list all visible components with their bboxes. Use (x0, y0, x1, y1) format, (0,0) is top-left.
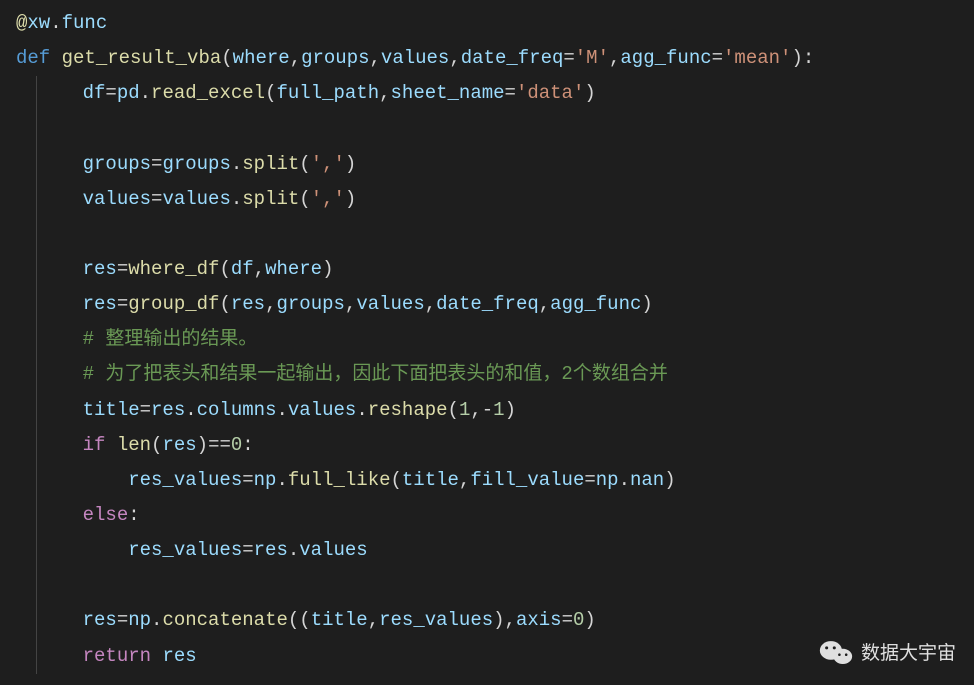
code-line-blank (36, 111, 966, 146)
decorator-at: @ (16, 12, 27, 34)
code-line: res=where_df(df,where) (36, 252, 966, 287)
keyword-else: else (83, 504, 129, 526)
watermark: 数据大宇宙 (819, 636, 956, 671)
code-line-blank (36, 568, 966, 603)
param: agg_func (620, 47, 711, 69)
code-line: res=group_df(res,groups,values,date_freq… (36, 287, 966, 322)
code-line: res=np.concatenate((title,res_values),ax… (36, 603, 966, 638)
code-line-comment: # 为了把表头和结果一起输出，因此下面把表头的和值，2个数组合并 (36, 357, 966, 392)
keyword-if: if (83, 434, 106, 456)
variable: df (83, 82, 106, 104)
code-line: res_values=res.values (36, 533, 966, 568)
string: 'mean' (723, 47, 791, 69)
code-line: @xw.func (8, 6, 966, 41)
code-block: @xw.func def get_result_vba(where,groups… (8, 6, 966, 674)
keyword-return: return (83, 645, 151, 667)
keyword-def: def (16, 47, 50, 69)
code-line-comment: # 整理输出的结果。 (36, 322, 966, 357)
code-line-blank (36, 217, 966, 252)
code-line: title=res.columns.values.reshape(1,-1) (36, 393, 966, 428)
comment: # 为了把表头和结果一起输出，因此下面把表头的和值，2个数组合并 (83, 363, 668, 385)
param: groups (301, 47, 369, 69)
code-line: if len(res)==0: (36, 428, 966, 463)
string: 'data' (516, 82, 584, 104)
comment: # 整理输出的结果。 (83, 328, 258, 350)
decorator-attr: func (62, 12, 108, 34)
code-line: res_values=np.full_like(title,fill_value… (36, 463, 966, 498)
decorator-module: xw (27, 12, 50, 34)
param: date_freq (461, 47, 564, 69)
string: 'M' (575, 47, 609, 69)
watermark-text: 数据大宇宙 (861, 636, 956, 671)
function-call: read_excel (151, 82, 265, 104)
param: values (381, 47, 449, 69)
code-line: else: (36, 498, 966, 533)
code-line: df=pd.read_excel(full_path,sheet_name='d… (36, 76, 966, 111)
code-line: def get_result_vba(where,groups,values,d… (8, 41, 966, 76)
function-name: get_result_vba (62, 47, 222, 69)
code-line: values=values.split(',') (36, 182, 966, 217)
wechat-icon (819, 639, 853, 667)
param: where (233, 47, 290, 69)
code-line: groups=groups.split(',') (36, 147, 966, 182)
